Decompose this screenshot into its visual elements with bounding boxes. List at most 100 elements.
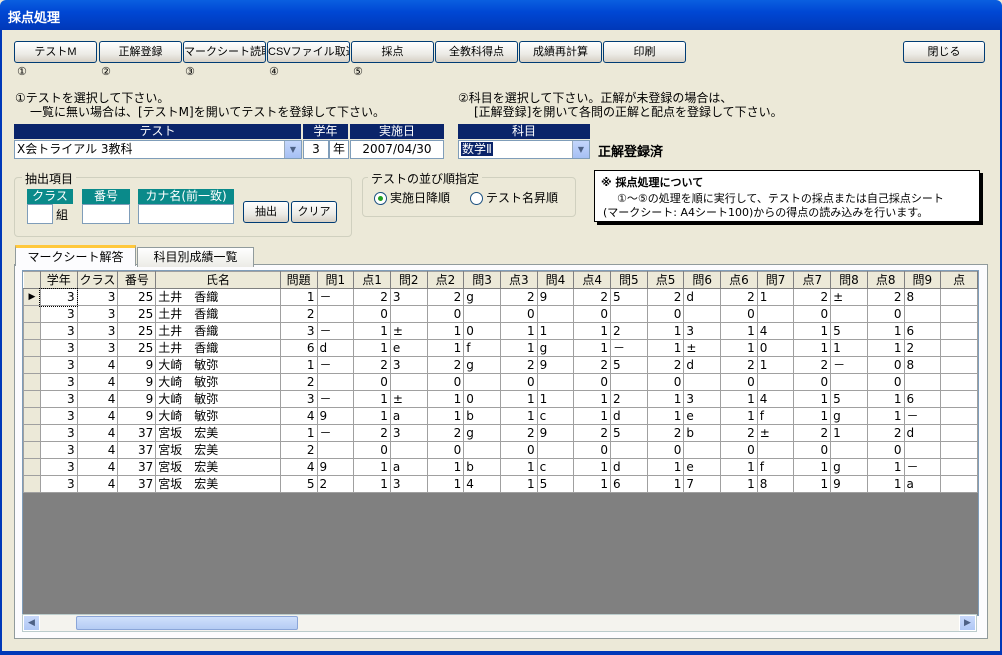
table-cell[interactable]: 37 [117,441,157,459]
table-cell[interactable]: 4 [76,458,119,476]
table-cell[interactable]: 1 [573,390,612,408]
column-header[interactable]: 学年 [39,271,78,289]
table-cell[interactable] [316,441,355,459]
table-cell[interactable]: 1 [279,356,318,374]
table-cell[interactable]: 2 [426,356,465,374]
horizontal-scrollbar[interactable]: ◀ ▶ [22,614,977,632]
table-cell[interactable]: 3 [683,390,722,408]
table-cell[interactable]: 3 [389,475,428,493]
table-cell[interactable]: 1 [756,356,795,374]
table-cell[interactable]: 0 [756,339,795,357]
table-cell[interactable]: 3 [76,305,119,323]
table-cell[interactable]: 1 [646,339,685,357]
table-cell[interactable]: 1 [720,407,758,425]
column-header[interactable]: 点7 [793,271,832,289]
table-cell[interactable]: g [830,407,868,425]
table-cell[interactable] [903,305,942,323]
table-cell[interactable]: 0 [499,441,538,459]
table-cell[interactable]: － [316,424,355,442]
table-cell[interactable] [756,441,795,459]
table-cell[interactable]: 2 [646,424,685,442]
column-header[interactable]: 問1 [316,271,355,289]
table-cell[interactable]: 0 [720,441,758,459]
table-cell[interactable]: g [536,339,575,357]
table-cell[interactable]: 大崎 敏弥 [155,373,281,391]
table-cell[interactable]: 1 [573,407,612,425]
table-cell[interactable]: 0 [426,441,465,459]
table-cell[interactable]: 3 [39,339,78,357]
table-cell[interactable]: 0 [353,373,391,391]
table-cell[interactable]: 0 [426,305,465,323]
table-cell[interactable]: 1 [793,458,832,476]
table-cell[interactable]: 1 [646,475,685,493]
table-cell[interactable] [940,458,978,476]
table-cell[interactable]: 1 [573,458,612,476]
table-cell[interactable]: 9 [536,288,575,306]
table-cell[interactable]: 宮坂 宏美 [155,458,281,476]
table-cell[interactable]: d [683,288,722,306]
table-row[interactable]: 3 4 37 宮坂 宏美 2 0 0 0 0 0 0 0 0 [23,441,978,459]
table-cell[interactable]: 1 [426,407,465,425]
subject-combobox[interactable]: 数学Ⅱ ▼ [458,140,590,159]
table-cell[interactable]: a [389,407,428,425]
table-cell[interactable] [940,373,978,391]
column-header[interactable]: 氏名 [155,271,281,289]
table-cell[interactable] [940,305,978,323]
table-cell[interactable]: 9 [117,356,157,374]
table-cell[interactable]: 3 [39,424,78,442]
table-cell[interactable]: 9 [536,424,575,442]
table-cell[interactable]: 1 [646,322,685,340]
table-cell[interactable]: 1 [499,458,538,476]
table-cell[interactable] [389,373,428,391]
table-cell[interactable]: 1 [866,390,905,408]
table-cell[interactable]: 1 [499,322,538,340]
table-cell[interactable]: 1 [353,458,391,476]
table-cell[interactable]: 1 [720,339,758,357]
table-cell[interactable]: g [830,458,868,476]
table-cell[interactable]: 大崎 敏弥 [155,407,281,425]
table-cell[interactable]: 1 [793,390,832,408]
table-cell[interactable]: 2 [353,288,391,306]
table-cell[interactable]: 2 [610,390,648,408]
table-cell[interactable]: 1 [830,424,868,442]
table-cell[interactable]: 7 [683,475,722,493]
table-cell[interactable]: 3 [39,441,78,459]
csv-import-button[interactable]: CSVファイル取込 [267,41,350,63]
table-cell[interactable]: 0 [463,390,501,408]
table-cell[interactable]: 0 [353,305,391,323]
table-row[interactable]: 3 4 37 宮坂 宏美 4 9 1 a 1 b 1 c 1 d 1 e 1 f 1 g 1 － [23,458,978,476]
table-cell[interactable]: 0 [499,305,538,323]
row-selector[interactable] [23,390,41,408]
column-header[interactable]: 問3 [463,271,501,289]
table-cell[interactable]: 1 [646,407,685,425]
table-cell[interactable]: 4 [76,475,119,493]
table-cell[interactable]: 6 [903,390,942,408]
table-cell[interactable] [463,305,501,323]
table-cell[interactable]: 9 [316,458,355,476]
table-cell[interactable]: 9 [117,390,157,408]
table-cell[interactable]: ± [683,339,722,357]
table-cell[interactable]: ± [756,424,795,442]
table-cell[interactable] [940,475,978,493]
table-cell[interactable]: 5 [536,475,575,493]
row-selector[interactable] [23,356,41,374]
table-cell[interactable]: 25 [117,322,157,340]
table-cell[interactable]: 37 [117,424,157,442]
table-cell[interactable] [536,441,575,459]
table-cell[interactable]: g [463,356,501,374]
table-cell[interactable] [940,288,978,306]
current-row-pointer-icon[interactable]: ▶ [23,288,41,306]
radio-icon[interactable] [470,192,483,205]
chevron-down-icon[interactable]: ▼ [572,141,589,158]
table-cell[interactable]: 4 [76,424,119,442]
table-cell[interactable]: 2 [793,288,832,306]
table-cell[interactable]: 2 [426,288,465,306]
table-cell[interactable]: － [316,322,355,340]
table-cell[interactable]: 1 [353,475,391,493]
table-cell[interactable]: 2 [793,424,832,442]
all-subject-score-button[interactable]: 全教科得点 [435,41,518,63]
row-selector[interactable] [23,305,41,323]
table-cell[interactable] [683,441,722,459]
table-cell[interactable]: 2 [610,322,648,340]
table-cell[interactable]: 3 [279,322,318,340]
